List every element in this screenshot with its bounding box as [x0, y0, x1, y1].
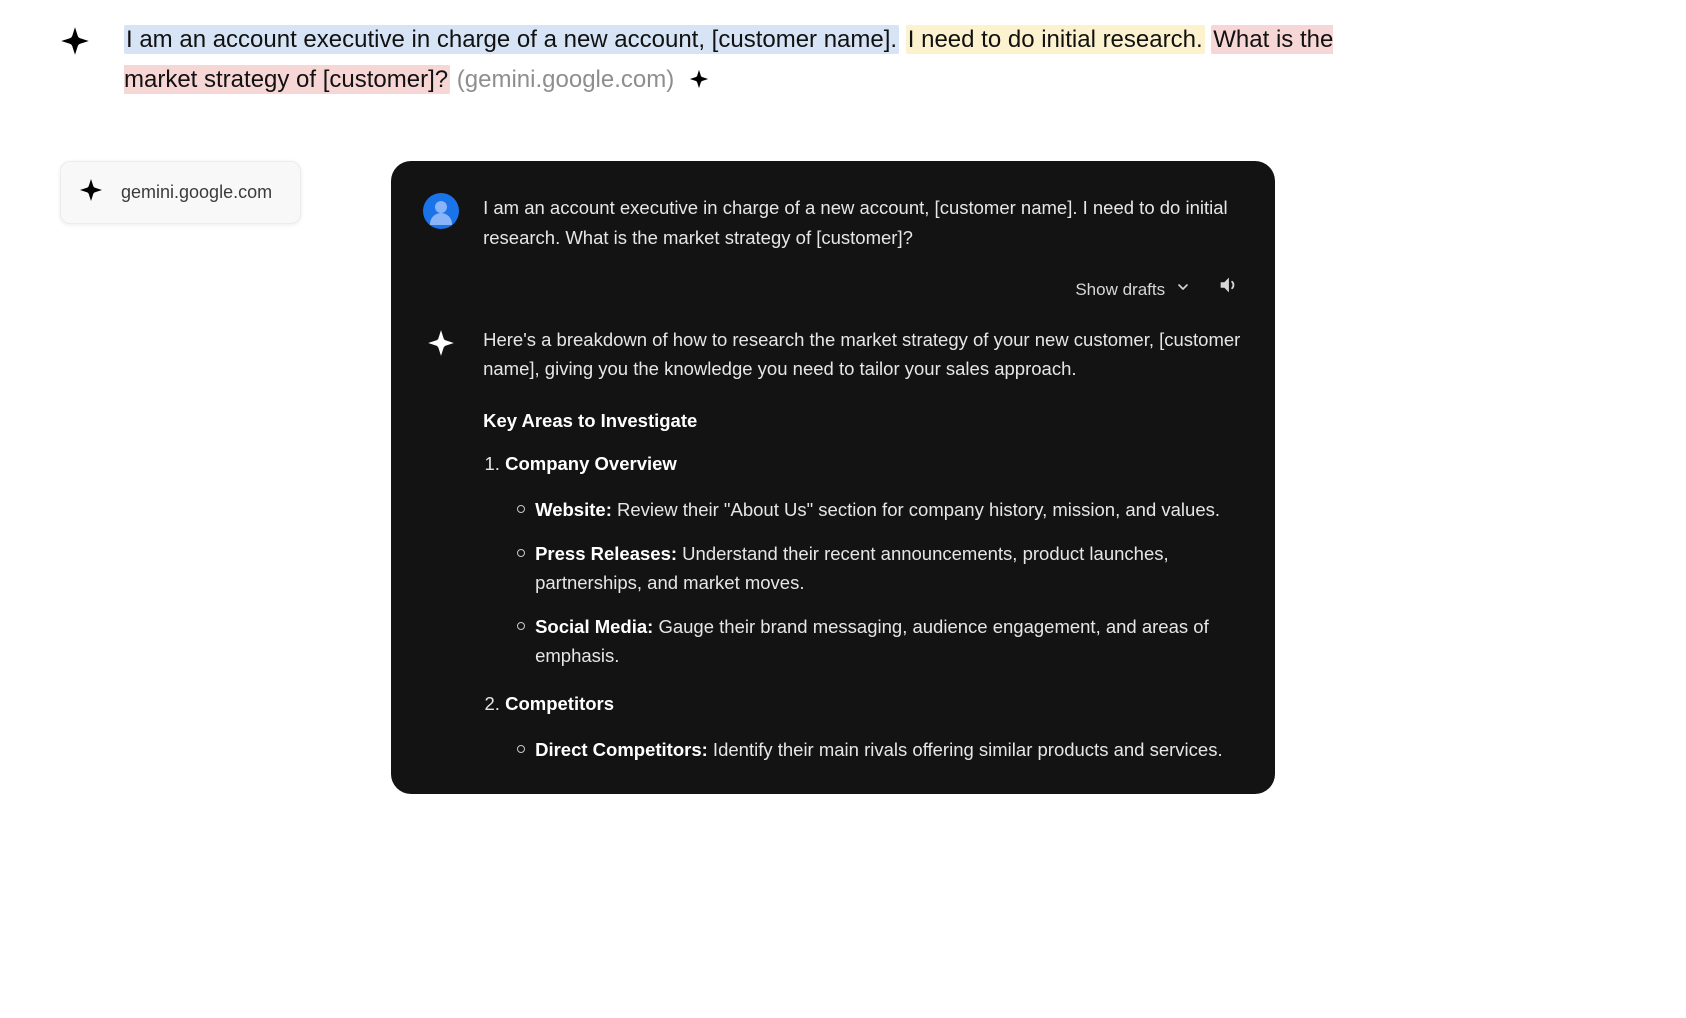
- list-subitem-text: Identify their main rivals offering simi…: [708, 739, 1223, 760]
- annotated-prompt: I am an account executive in charge of a…: [124, 20, 1384, 101]
- prompt-source: (gemini.google.com): [457, 66, 674, 93]
- sparkle-icon: [79, 178, 103, 207]
- list-subitem-text: Review their "About Us" section for comp…: [612, 499, 1220, 520]
- list-item: Company Overview Website: Review their "A…: [505, 449, 1243, 671]
- user-avatar-icon: [423, 193, 459, 229]
- user-message: I am an account executive in charge of a…: [483, 193, 1243, 252]
- list-subitem: Direct Competitors: Identify their main …: [517, 735, 1243, 765]
- response-intro: Here's a breakdown of how to research th…: [483, 325, 1243, 384]
- gemini-avatar-icon: [423, 325, 459, 361]
- chevron-down-icon: [1175, 276, 1191, 303]
- list-item-title: Company Overview: [505, 453, 677, 474]
- show-drafts-button[interactable]: Show drafts: [1075, 276, 1191, 303]
- list-subitem-label: Social Media:: [535, 616, 653, 637]
- list-item-title: Competitors: [505, 693, 614, 714]
- response-section-heading: Key Areas to Investigate: [483, 406, 1243, 436]
- prompt-segment-role: I am an account executive in charge of a…: [124, 25, 899, 54]
- chat-preview-panel: I am an account executive in charge of a…: [391, 161, 1275, 794]
- list-subitem-label: Direct Competitors:: [535, 739, 708, 760]
- speaker-icon[interactable]: [1217, 274, 1239, 304]
- list-item: Competitors Direct Competitors: Identify …: [505, 689, 1243, 764]
- prompt-segment-context: I need to do initial research.: [906, 25, 1205, 54]
- show-drafts-label: Show drafts: [1075, 276, 1165, 303]
- list-subitem: Website: Review their "About Us" section…: [517, 495, 1243, 525]
- sparkle-icon: [689, 62, 709, 102]
- list-subitem-label: Press Releases:: [535, 543, 677, 564]
- list-subitem: Press Releases: Understand their recent …: [517, 539, 1243, 598]
- source-chip-label: gemini.google.com: [121, 182, 272, 203]
- list-subitem-label: Website:: [535, 499, 612, 520]
- list-subitem: Social Media: Gauge their brand messagin…: [517, 612, 1243, 671]
- sparkle-icon: [60, 26, 90, 61]
- source-chip-gemini[interactable]: gemini.google.com: [60, 161, 301, 224]
